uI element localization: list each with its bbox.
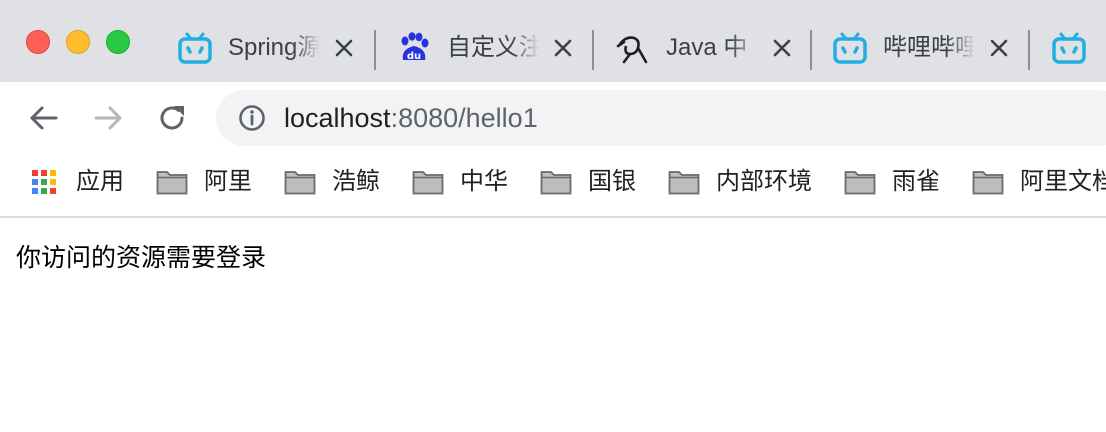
browser-toolbar: localhost:8080/hello1 [0,82,1106,154]
bookmark-label: 中华 [460,168,508,195]
tab-custom-annotation[interactable]: du 自定义注 [397,22,577,74]
window-close-button[interactable] [26,30,50,54]
close-icon[interactable] [770,36,794,60]
bilibili-icon [1052,32,1086,64]
folder-icon [540,171,572,195]
tab-title: Spring源 [228,34,320,61]
tab-bilibili[interactable]: 哔哩哔哩 [833,22,1013,74]
address-bar[interactable]: localhost:8080/hello1 [216,90,1106,146]
bookmark-folder-yuque[interactable]: 雨雀 [844,154,954,210]
folder-icon [972,171,1004,195]
login-required-message: 你访问的资源需要登录 [16,244,267,272]
close-icon[interactable] [987,36,1011,60]
tab-title: 自定义注 [447,34,539,61]
window-zoom-button[interactable] [106,30,130,54]
folder-icon [668,171,700,195]
yuque-icon [616,36,648,64]
svg-text:du: du [407,51,421,62]
close-icon[interactable] [332,36,356,60]
bookmark-folder-haojing[interactable]: 浩鲸 [284,154,394,210]
bookmark-label: 国银 [588,168,636,195]
back-arrow-icon[interactable] [26,100,62,136]
apps-grid-icon [32,170,56,194]
tab-title: 哔哩哔哩 [883,34,975,61]
bookmark-label: 内部环境 [716,168,812,195]
folder-icon [284,171,316,195]
close-icon[interactable] [551,36,575,60]
reload-icon[interactable] [154,100,190,136]
bookmarks-bar: 应用 阿里 浩鲸 中华 国银 内部环境 雨雀 阿里文档 [0,154,1106,218]
info-icon[interactable] [238,104,266,132]
bookmark-label: 雨雀 [892,168,940,195]
tab-separator [592,30,594,70]
bookmark-label: 阿里文档 [1020,168,1106,195]
bookmark-folder-ali-docs[interactable]: 阿里文档 [972,154,1106,210]
bookmark-folder-ali[interactable]: 阿里 [156,154,266,210]
tab-separator [1028,30,1030,70]
url-path: :8080/hello1 [390,103,538,133]
folder-icon [844,171,876,195]
bookmark-folder-internal-env[interactable]: 内部环境 [668,154,828,210]
tab-java[interactable]: Java 中 [616,22,796,74]
url-text[interactable]: localhost:8080/hello1 [284,90,538,146]
forward-arrow-icon[interactable] [90,100,126,136]
tab-strip: Spring源 du 自定义注 Java 中 哔哩哔哩 [0,0,1106,82]
bilibili-icon [178,32,212,64]
bookmark-label: 浩鲸 [332,168,380,195]
bookmark-folder-guoyin[interactable]: 国银 [540,154,650,210]
page-content: 你访问的资源需要登录 [0,218,1106,432]
bookmark-label: 阿里 [204,168,252,195]
bilibili-icon [833,32,867,64]
folder-icon [412,171,444,195]
tab-bilibili-partial[interactable] [1052,22,1106,74]
baidu-icon: du [401,32,429,62]
tab-title: Java 中 [666,34,748,61]
tab-spring[interactable]: Spring源 [178,22,358,74]
url-host: localhost [284,103,391,133]
folder-icon [156,171,188,195]
tab-separator [374,30,376,70]
tab-separator [810,30,812,70]
browser-window: Spring源 du 自定义注 Java 中 哔哩哔哩 localhost:80… [0,0,1106,432]
bookmark-label: 应用 [76,168,124,195]
bookmark-folder-zhonghua[interactable]: 中华 [412,154,522,210]
window-minimize-button[interactable] [66,30,90,54]
bookmark-apps[interactable]: 应用 [30,154,140,210]
